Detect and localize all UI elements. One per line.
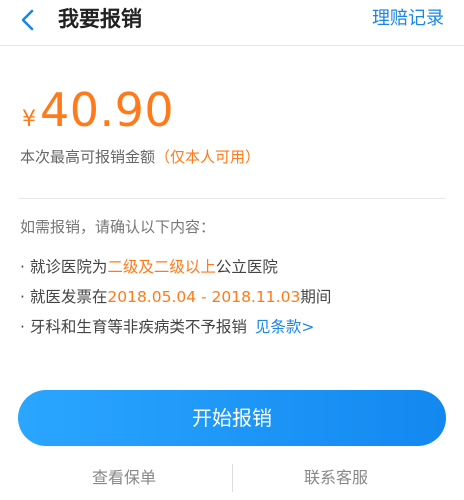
page-title: 我要报销	[58, 7, 142, 31]
chevron-left-icon[interactable]	[16, 8, 40, 32]
currency-symbol: ¥	[22, 107, 36, 132]
contact-service-link[interactable]: 联系客服	[304, 467, 368, 489]
start-reimbursement-button[interactable]: 开始报销	[18, 390, 446, 446]
condition-highlight: 2018.05.04 - 2018.11.03	[107, 288, 301, 306]
condition-text: · 牙科和生育等非疾病类不予报销	[20, 318, 247, 336]
condition-text: · 就医发票在	[20, 288, 108, 306]
conditions-list: · 就诊医院为二级及二级以上公立医院 · 就医发票在2018.05.04 - 2…	[20, 256, 450, 346]
view-terms-link[interactable]: 见条款>	[255, 318, 315, 336]
condition-item-hospital: · 就诊医院为二级及二级以上公立医院	[20, 256, 450, 286]
condition-text: 期间	[300, 288, 332, 306]
amount-value: 40.90	[40, 83, 175, 137]
amount-caption-text: 本次最高可报销金额	[20, 148, 156, 166]
section-divider	[18, 198, 446, 199]
condition-highlight: 二级及二级以上	[107, 258, 216, 276]
view-policy-link[interactable]: 查看保单	[92, 467, 156, 489]
condition-text: · 就诊医院为	[20, 258, 108, 276]
header-bar: 我要报销 理赔记录	[0, 0, 464, 46]
bottom-divider	[232, 464, 233, 492]
amount-caption: 本次最高可报销金额（仅本人可用）	[20, 146, 260, 168]
amount-display: ¥ 40.90	[22, 84, 174, 140]
bottom-actions: 查看保单 联系客服	[0, 462, 464, 496]
amount-caption-note: （仅本人可用）	[155, 148, 261, 166]
reimbursement-page: 我要报销 理赔记录 ¥ 40.90 本次最高可报销金额（仅本人可用） 如需报销，…	[0, 0, 464, 500]
conditions-intro: 如需报销，请确认以下内容：	[20, 218, 216, 236]
condition-item-invoice-date: · 就医发票在2018.05.04 - 2018.11.03期间	[20, 286, 450, 316]
claim-records-link[interactable]: 理赔记录	[372, 6, 444, 32]
condition-item-exclusions: · 牙科和生育等非疾病类不予报销 见条款>	[20, 316, 450, 346]
condition-text: 公立医院	[215, 258, 278, 276]
